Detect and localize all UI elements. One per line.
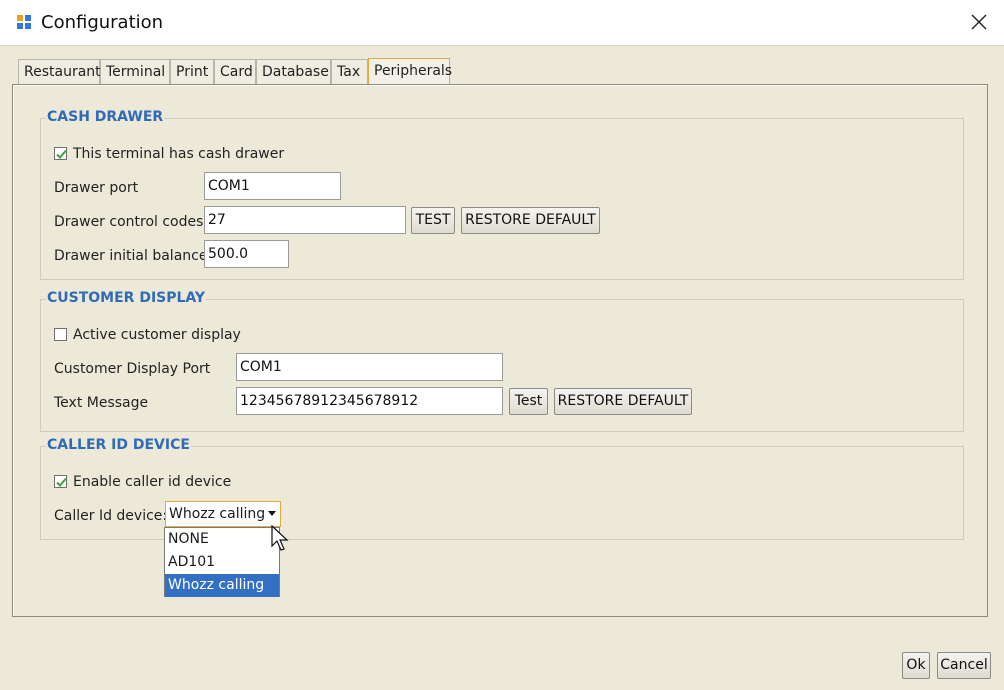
drawer-port-input[interactable]: COM1	[204, 172, 341, 200]
dropdown-option-whozz-calling[interactable]: Whozz calling	[165, 574, 279, 597]
drawer-port-label: Drawer port	[54, 180, 139, 196]
ok-button[interactable]: Ok	[902, 652, 930, 679]
cash-drawer-title: CASH DRAWER	[46, 109, 165, 125]
drawer-control-codes-label: Drawer control codes	[54, 214, 204, 230]
caller-id-device-dropdown: NONE AD101 Whozz calling	[164, 527, 280, 597]
app-icon	[17, 15, 31, 29]
check-icon	[56, 149, 67, 159]
tab-terminal[interactable]: Terminal	[100, 59, 170, 84]
tab-tax[interactable]: Tax	[331, 59, 368, 84]
tab-print[interactable]: Print	[170, 59, 214, 84]
customer-display-title: CUSTOMER DISPLAY	[46, 290, 207, 306]
display-restore-default-button[interactable]: RESTORE DEFAULT	[554, 388, 692, 415]
active-customer-display-label: Active customer display	[73, 327, 241, 343]
text-message-label: Text Message	[54, 395, 149, 411]
display-test-button[interactable]: Test	[509, 388, 548, 415]
drawer-control-codes-input[interactable]: 27	[204, 206, 406, 234]
mouse-cursor-icon	[271, 525, 289, 551]
customer-display-port-label: Customer Display Port	[54, 361, 211, 377]
dropdown-option-ad101[interactable]: AD101	[165, 551, 279, 574]
tab-card[interactable]: Card	[214, 59, 256, 84]
title-bar: Configuration	[0, 0, 1004, 46]
cash-drawer-group: CASH DRAWER This terminal has cash drawe…	[40, 109, 964, 280]
peripherals-panel: CASH DRAWER This terminal has cash drawe…	[12, 84, 988, 617]
window-title: Configuration	[41, 12, 164, 33]
tab-peripherals[interactable]: Peripherals	[368, 58, 452, 84]
close-icon[interactable]	[968, 11, 990, 33]
enable-caller-id-label: Enable caller id device	[73, 474, 232, 490]
check-icon	[56, 477, 67, 487]
drawer-initial-balance-input[interactable]: 500.0	[204, 240, 289, 268]
active-customer-display-checkbox[interactable]	[54, 328, 67, 341]
customer-display-group: CUSTOMER DISPLAY Active customer display…	[40, 290, 964, 432]
customer-display-port-input[interactable]: COM1	[236, 353, 503, 381]
text-message-input[interactable]: 12345678912345678912	[236, 387, 503, 415]
dropdown-option-none[interactable]: NONE	[165, 528, 279, 551]
caller-id-title: CALLER ID DEVICE	[46, 437, 191, 453]
tab-restaurant[interactable]: Restaurant	[18, 59, 101, 84]
cancel-button[interactable]: Cancel	[937, 652, 991, 679]
chevron-down-icon[interactable]	[268, 511, 276, 516]
enable-caller-id-checkbox[interactable]	[54, 475, 67, 488]
has-cash-drawer-checkbox[interactable]	[54, 147, 67, 160]
drawer-restore-default-button[interactable]: RESTORE DEFAULT	[461, 207, 600, 234]
has-cash-drawer-label: This terminal has cash drawer	[73, 146, 285, 162]
caller-id-group: CALLER ID DEVICE Enable caller id device…	[40, 437, 964, 540]
drawer-test-button[interactable]: TEST	[411, 207, 455, 234]
tab-database[interactable]: Database	[256, 59, 331, 84]
caller-id-device-select[interactable]: Whozz calling	[165, 501, 281, 527]
drawer-initial-balance-label: Drawer initial balance	[54, 248, 208, 264]
caller-id-device-value: Whozz calling	[169, 506, 266, 522]
caller-id-device-label: Caller Id device:	[54, 508, 168, 524]
